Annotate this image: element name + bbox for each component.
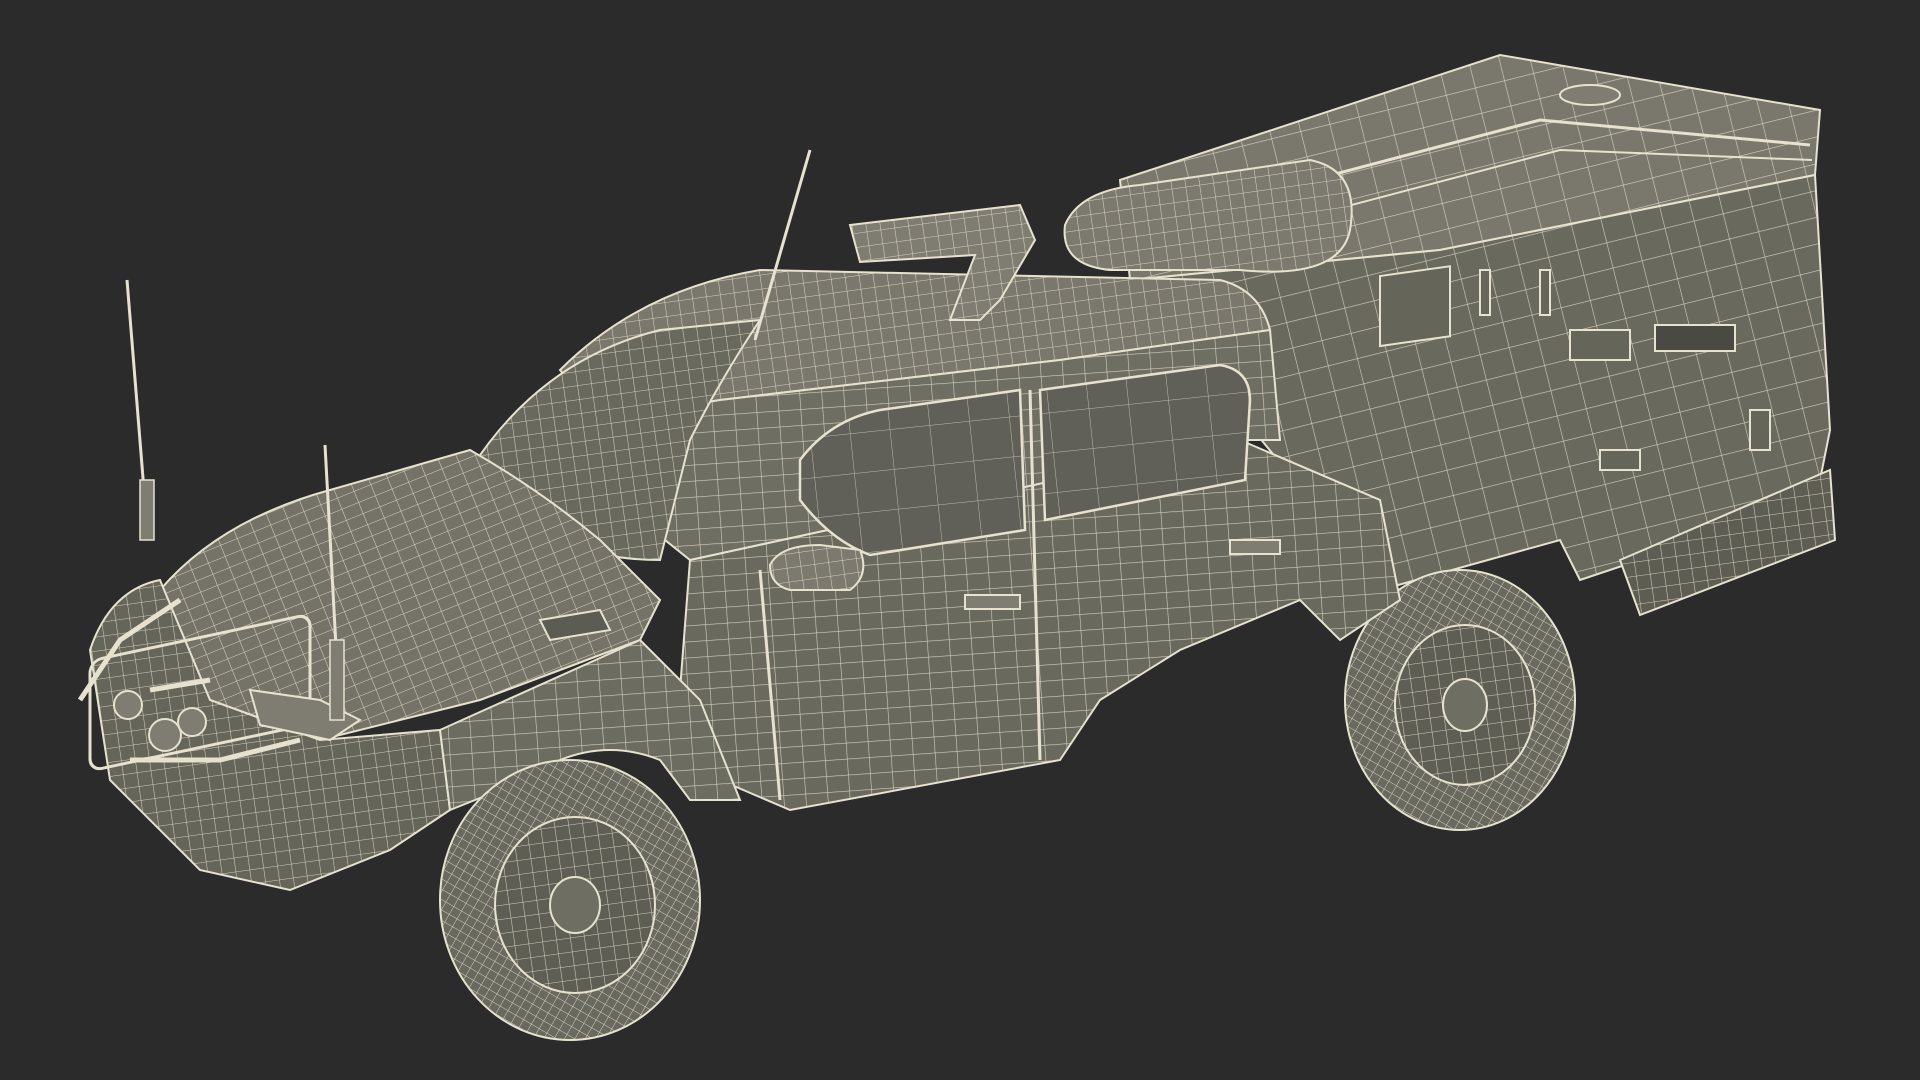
door-handle <box>964 594 1021 610</box>
roof-dome <box>1559 84 1621 106</box>
canopy-deflector <box>1063 158 1353 273</box>
front-hub <box>549 876 601 934</box>
compartment-door <box>1654 324 1736 352</box>
compartment-door <box>1569 329 1631 361</box>
driving-light <box>113 690 143 720</box>
rear-hub <box>1442 678 1488 732</box>
door-handle <box>1229 539 1281 555</box>
wireframe-vehicle <box>77 53 1837 1041</box>
compartment-latch <box>1599 449 1641 471</box>
front-wheel <box>439 759 701 1041</box>
compartment-door <box>1379 265 1451 348</box>
compartment-latch <box>1539 269 1551 316</box>
compartment-latch <box>1749 409 1771 451</box>
render-viewport <box>0 0 1920 1080</box>
driving-light <box>148 718 182 752</box>
compartment-latch <box>1479 269 1491 316</box>
driving-light <box>177 707 207 737</box>
